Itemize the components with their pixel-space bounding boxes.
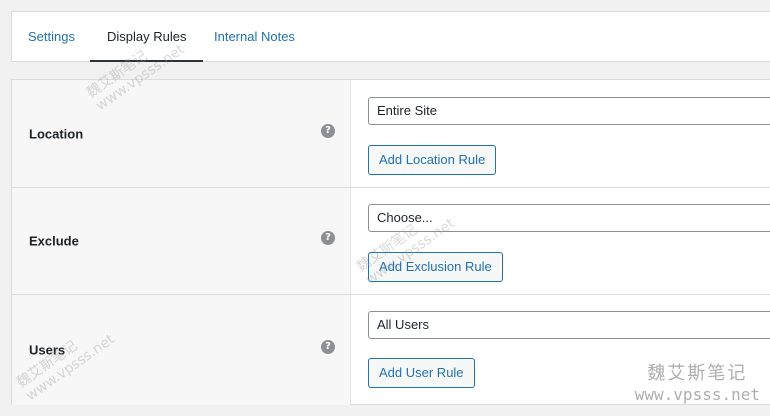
add-location-rule-button[interactable]: Add Location Rule xyxy=(368,145,497,175)
help-icon[interactable]: ? xyxy=(321,231,335,245)
users-select[interactable]: All Users xyxy=(368,311,770,339)
users-label: Users xyxy=(29,342,66,358)
location-label: Location xyxy=(29,126,84,141)
tab-internal-notes[interactable]: Internal Notes xyxy=(214,12,295,62)
tab-display-rules[interactable]: Display Rules xyxy=(90,12,204,62)
location-label-cell: Location ? xyxy=(12,80,351,187)
users-label-cell: Users ? xyxy=(12,295,351,405)
help-icon[interactable]: ? xyxy=(321,123,335,138)
add-user-rule-button[interactable]: Add User Rule xyxy=(368,358,475,388)
tab-settings[interactable]: Settings xyxy=(28,12,75,62)
exclude-field-cell: Choose... Add Exclusion Rule xyxy=(352,188,770,294)
exclude-select[interactable]: Choose... xyxy=(368,204,770,232)
help-icon[interactable]: ? xyxy=(321,340,335,354)
location-rule-row: Location ? Entire Site Add Location Rule xyxy=(12,80,770,188)
add-exclusion-rule-button[interactable]: Add Exclusion Rule xyxy=(368,252,503,282)
exclude-label: Exclude xyxy=(29,233,79,249)
exclude-label-cell: Exclude ? xyxy=(12,188,351,294)
users-rule-row: Users ? All Users Add User Rule xyxy=(12,295,770,405)
users-field-cell: All Users Add User Rule xyxy=(352,295,770,405)
location-field-cell: Entire Site Add Location Rule xyxy=(352,80,770,187)
location-select[interactable]: Entire Site xyxy=(368,97,770,125)
exclude-rule-row: Exclude ? Choose... Add Exclusion Rule xyxy=(12,188,770,295)
display-rules-panel: Location ? Entire Site Add Location Rule… xyxy=(11,79,770,405)
tab-bar: Settings Display Rules Internal Notes xyxy=(11,11,770,62)
